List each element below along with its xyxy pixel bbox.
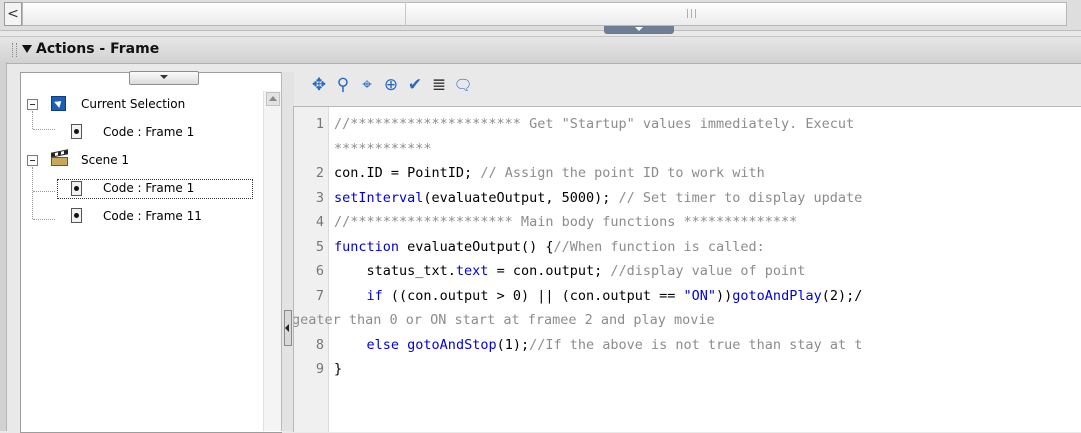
code-token: con.ID = PointID; — [334, 165, 481, 181]
navigator-scrollbar[interactable] — [263, 91, 282, 431]
scrollbar-grip[interactable]: ||| — [686, 9, 698, 19]
scroll-left-button[interactable]: < — [4, 2, 22, 26]
collapse-navigator-button[interactable] — [284, 310, 292, 346]
actions-panel-header[interactable]: Actions - Frame — [0, 36, 1081, 64]
tree-node-code-frame[interactable]: Code : Frame 11 — [27, 207, 257, 227]
code-token: //If the above is not true than stay at … — [529, 336, 863, 353]
code-token: function — [334, 238, 400, 255]
code-text: //******************** Main body functio… — [334, 211, 797, 233]
code-token: // Assign the point ID to work with — [480, 165, 765, 181]
current-selection-icon — [51, 96, 66, 111]
code-token: //display value of point — [610, 263, 806, 279]
code-token: (1); — [496, 336, 530, 353]
collapse-toggle-icon[interactable] — [27, 155, 38, 166]
line-number: 8 — [315, 336, 324, 353]
tree-node-current-selection[interactable]: Current Selection — [27, 95, 257, 115]
code-token: //When function is called: — [553, 238, 765, 255]
tree-node-label: Scene 1 — [81, 153, 130, 167]
line-number: 1 — [315, 116, 324, 132]
scroll-up-button[interactable] — [266, 92, 280, 106]
add-statement-icon[interactable]: ✥ — [308, 74, 330, 96]
tree-node-label: Current Selection — [81, 97, 186, 111]
line-number: 3 — [315, 189, 324, 206]
code-text: function evaluateOutput() {//When functi… — [334, 236, 765, 258]
code-token: //******************** Main body functio… — [334, 214, 798, 230]
code-text: setInterval(evaluateOutput, 5000); // Se… — [334, 187, 862, 209]
code-text: else gotoAndStop(1);//If the above is no… — [334, 334, 863, 356]
script-editor[interactable]: 1 //********************* Get "Startup" v… — [293, 106, 1081, 432]
panel-title: Actions - Frame — [36, 41, 160, 57]
code-text: ************ — [334, 138, 432, 160]
scrollbar-separator — [405, 2, 406, 26]
code-token: ************ — [334, 140, 432, 157]
code-token: setInterval — [334, 189, 424, 206]
panel-gripper-icon[interactable] — [12, 43, 17, 57]
panel-left-edge — [0, 62, 7, 431]
script-navigator[interactable]: Current Selection Code : Frame 1 Scene 1… — [20, 71, 282, 433]
tree-node-label: Code : Frame 1 — [103, 181, 195, 195]
horizontal-scrollbar[interactable]: < ||| — [0, 0, 1081, 34]
tree-node-label: Code : Frame 11 — [103, 209, 202, 223]
code-token: gotoAndStop — [407, 336, 497, 353]
line-number: 6 — [315, 263, 324, 279]
code-token: = con.output; — [488, 263, 611, 279]
code-token: gotoAndPlay — [732, 287, 822, 304]
auto-format-icon[interactable]: ≣ — [428, 74, 450, 96]
code-token: "ON" — [683, 287, 717, 304]
code-text: if ((con.output > 0) || (con.output == "… — [334, 285, 863, 307]
line-number: 9 — [315, 361, 324, 377]
code-text: geater than 0 or ON start at framee 2 an… — [293, 309, 715, 331]
code-token: //********************* Get "Startup" va… — [334, 116, 855, 132]
line-number: 2 — [315, 165, 324, 181]
frame-script-icon — [71, 181, 82, 196]
code-token: (2);/ — [821, 287, 863, 304]
tree-node-scene-1[interactable]: Scene 1 — [27, 149, 257, 171]
debug-options-icon[interactable]: ⊕ — [380, 74, 402, 96]
tree-node-label: Code : Frame 1 — [103, 125, 195, 139]
code-token: text — [455, 263, 489, 279]
code-token: } — [334, 361, 343, 377]
code-text: } — [334, 358, 342, 380]
find-icon[interactable]: ⚲ — [332, 74, 354, 96]
tree-node-code-frame[interactable]: Code : Frame 1 — [27, 123, 257, 143]
code-token: evaluateOutput() { — [399, 238, 554, 255]
code-token: ((con.output > 0) || (con.output == — [382, 287, 684, 304]
line-number: 5 — [315, 238, 324, 255]
tree-node-code-frame[interactable]: Code : Frame 1 — [27, 179, 257, 199]
line-number: 4 — [315, 214, 324, 230]
collapse-timeline-button[interactable] — [604, 26, 674, 34]
code-token: )) — [716, 287, 733, 304]
show-code-hint-icon[interactable]: 🗨 — [452, 74, 474, 96]
scene-clapper-icon — [51, 149, 68, 166]
code-text: status_txt.text = con.output; //display … — [334, 260, 806, 282]
collapse-toggle-icon[interactable] — [27, 99, 38, 110]
code-token: if — [366, 287, 383, 304]
code-token: status_txt. — [334, 263, 456, 279]
check-syntax-icon[interactable]: ✔ — [404, 74, 426, 96]
line-number: 7 — [315, 287, 324, 304]
code-token: else — [366, 336, 400, 353]
navigator-resize-button[interactable] — [129, 71, 199, 85]
code-text: //********************* Get "Startup" va… — [334, 113, 854, 135]
code-token: geater than 0 or ON start at framee 2 an… — [293, 312, 715, 328]
frame-script-icon — [71, 208, 82, 223]
scrollbar-track[interactable] — [22, 2, 1067, 26]
collapse-triangle-icon[interactable] — [22, 45, 32, 53]
code-token: (evaluateOutput, 5000); — [423, 189, 619, 206]
code-token: // Set timer to display update — [618, 189, 863, 206]
insert-target-path-icon[interactable]: ⌖ — [356, 74, 378, 96]
code-text: con.ID = PointID; // Assign the point ID… — [334, 162, 765, 184]
frame-script-icon — [71, 124, 82, 139]
